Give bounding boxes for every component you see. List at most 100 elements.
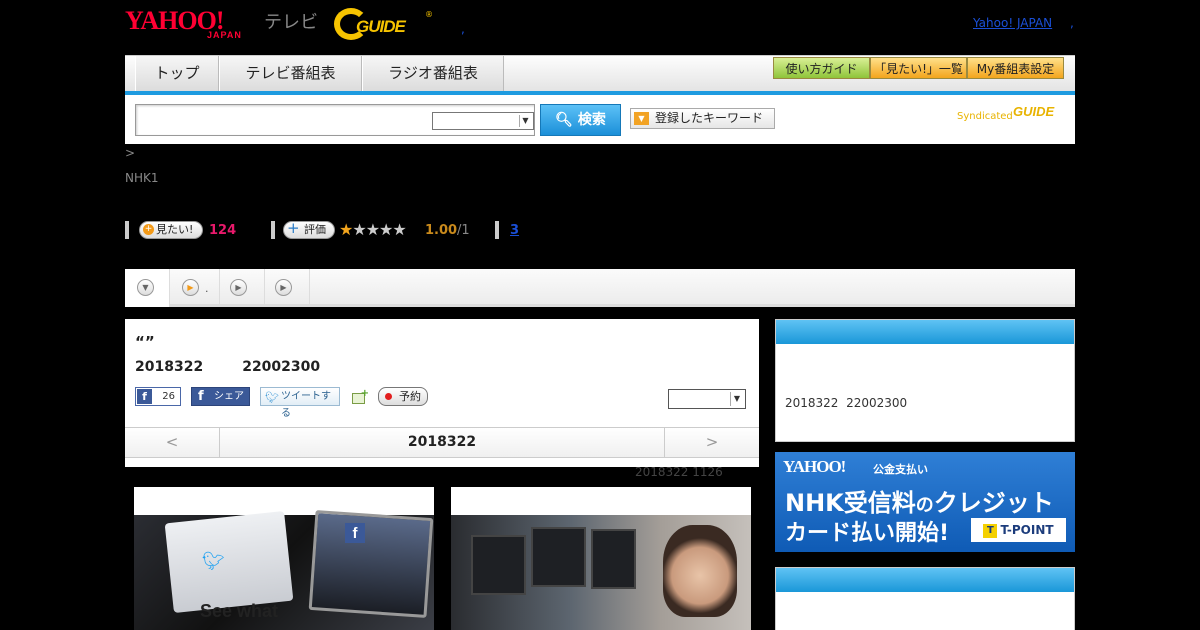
plus-icon: +	[287, 219, 300, 237]
facebook-share-button[interactable]: f シェア	[191, 387, 250, 406]
facebook-count-button[interactable]: f 26	[135, 387, 181, 406]
sidebar-box-header	[776, 568, 1074, 592]
play-icon: ▶	[230, 279, 247, 296]
yahoo-tv-logo[interactable]: YAHOO! JAPAN	[125, 6, 265, 42]
sidebar-broadcast-datetime: 2018322 22002300	[785, 396, 908, 410]
chevron-down-icon: ▼	[730, 392, 743, 406]
sidebar-broadcast-box: 2018322 22002300	[775, 319, 1075, 442]
plus-icon: +	[360, 388, 369, 399]
channel-name: NHK1	[125, 171, 159, 185]
stats-divider	[271, 221, 275, 239]
add-calendar-icon[interactable]: +	[352, 388, 369, 404]
rate-button[interactable]: + 評価	[283, 221, 335, 239]
usage-guide-button[interactable]: 使い方ガイド	[773, 57, 870, 79]
reserve-label: 予約	[399, 390, 421, 403]
office-monitor	[591, 529, 636, 589]
facebook-count: 26	[162, 391, 175, 402]
header-separator: ,	[461, 22, 465, 36]
search-bar: ▼ 🔍︎ 検索 ▼ 登録したキーワード Syndicated GUIDE	[125, 95, 1075, 144]
want-button[interactable]: + 見たい!	[139, 221, 203, 239]
facebook-share-label: シェア	[214, 391, 244, 402]
rating-count: /1	[457, 223, 470, 238]
next-day-button[interactable]: >	[664, 428, 759, 457]
search-icon: 🔍︎	[555, 112, 573, 128]
gguide-logo: GUIDE ®	[334, 8, 434, 40]
nhk-credit-card-ad[interactable]: YAHOO! 公金支払い NHK受信料のクレジット カード払い開始! T T-PO…	[775, 452, 1075, 552]
program-title: “”	[135, 333, 155, 351]
program-card: “” 2018322 22002300 f 26 f シェア 🐦︎ ツイートする…	[125, 319, 759, 467]
program-datetime: 2018322 22002300	[135, 359, 320, 375]
sidebar-box-header	[776, 320, 1074, 344]
program-tabs: ▼ ▶ ▶ ▶	[125, 269, 1075, 307]
ad-headline-2: カード払い開始!	[785, 521, 950, 546]
star-empty-icon: ★	[392, 220, 406, 239]
pager-date: 2018322	[407, 434, 477, 450]
saved-keywords-label: 登録したキーワード	[655, 111, 764, 125]
tpoint-badge: T T-POINT	[971, 518, 1066, 542]
play-icon: ▶	[182, 279, 199, 296]
tab-second[interactable]: ▶	[220, 269, 265, 307]
search-button-label: 検索	[577, 112, 606, 128]
yahoo-japan-link[interactable]: Yahoo! JAPAN	[973, 16, 1052, 30]
want-count: 124	[209, 223, 237, 238]
twitter-bird-icon: 🐦︎	[202, 551, 225, 572]
stats-divider	[125, 221, 129, 239]
ad-headline-1: NHK受信料のクレジット	[785, 483, 1054, 518]
header-link-separator: ,	[1070, 16, 1074, 30]
office-monitor	[531, 527, 586, 587]
previous-day-button[interactable]: <	[125, 428, 220, 457]
tab-program-info[interactable]: ▼	[125, 269, 170, 307]
syndicated-label: Syndicated	[957, 111, 1013, 122]
search-category-select[interactable]: ▼	[432, 112, 534, 130]
play-icon: ▶	[275, 279, 292, 296]
facebook-icon: f	[345, 523, 365, 543]
office-monitor	[471, 535, 526, 595]
plus-icon: +	[143, 224, 154, 235]
want-list-button[interactable]: 「見たい!」一覧	[870, 57, 967, 79]
rating-stars: ★★★★★	[339, 220, 407, 239]
tab-tv-schedule[interactable]: テレビ番組表	[219, 56, 362, 91]
my-schedule-settings-button[interactable]: My番組表設定	[967, 57, 1064, 79]
ad-headline-nhk: NHK受信料	[785, 489, 916, 517]
chevron-down-icon: ▼	[137, 279, 154, 296]
star-empty-icon: ★	[365, 220, 380, 239]
saved-keywords-button[interactable]: ▼ 登録したキーワード	[630, 108, 775, 129]
tweet-button[interactable]: 🐦︎ ツイートする	[260, 387, 340, 419]
twitter-bird-icon: 🐦︎	[265, 391, 279, 404]
rating-value: 1.00	[425, 223, 458, 238]
tab-radio-schedule[interactable]: ラジオ番組表	[362, 56, 504, 91]
screen-caption-text: See what	[200, 601, 279, 621]
breadcrumb[interactable]: >	[125, 146, 135, 160]
gguide-logo-text: GUIDE	[356, 17, 406, 36]
tv-label: テレビ	[264, 12, 318, 33]
tab-related[interactable]: ▶	[170, 269, 220, 307]
program-select[interactable]: ▼	[668, 389, 746, 409]
reserve-recording-button[interactable]: 予約	[378, 387, 428, 406]
ad-yahoo-logo: YAHOO!	[783, 457, 846, 476]
tab-top[interactable]: トップ	[135, 56, 219, 91]
arrow-down-icon: ▼	[634, 112, 649, 125]
tab-label: .	[205, 282, 209, 295]
ad-yahoo-sub: 公金支払い	[873, 463, 928, 476]
program-time: 22002300	[242, 359, 321, 375]
star-empty-icon: ★	[352, 220, 366, 239]
sidebar-secondary-box	[775, 567, 1075, 630]
want-button-label: 見たい!	[156, 223, 194, 236]
syndicated-gguide-logo: GUIDE	[1013, 104, 1055, 119]
person-photo	[663, 525, 737, 617]
program-image-2[interactable]	[451, 487, 751, 630]
yahoo-logo-sub: JAPAN	[207, 30, 242, 40]
tweet-label: ツイートする	[281, 391, 331, 419]
search-button[interactable]: 🔍︎ 検索	[540, 104, 621, 136]
rate-button-label: 評価	[304, 223, 326, 236]
monitor-screen-photo	[308, 510, 434, 618]
facebook-icon: f	[137, 389, 152, 404]
date-pager: < 2018322 >	[125, 427, 759, 458]
comments-link[interactable]: 3	[510, 223, 519, 238]
star-filled-icon: ★	[339, 220, 353, 239]
program-image-1[interactable]: 🐦︎ See what f	[134, 487, 434, 630]
tab-third[interactable]: ▶	[265, 269, 310, 307]
star-empty-icon: ★	[379, 220, 393, 239]
tablet-screen-photo	[164, 510, 294, 614]
gguide-registered-mark: ®	[425, 10, 433, 19]
